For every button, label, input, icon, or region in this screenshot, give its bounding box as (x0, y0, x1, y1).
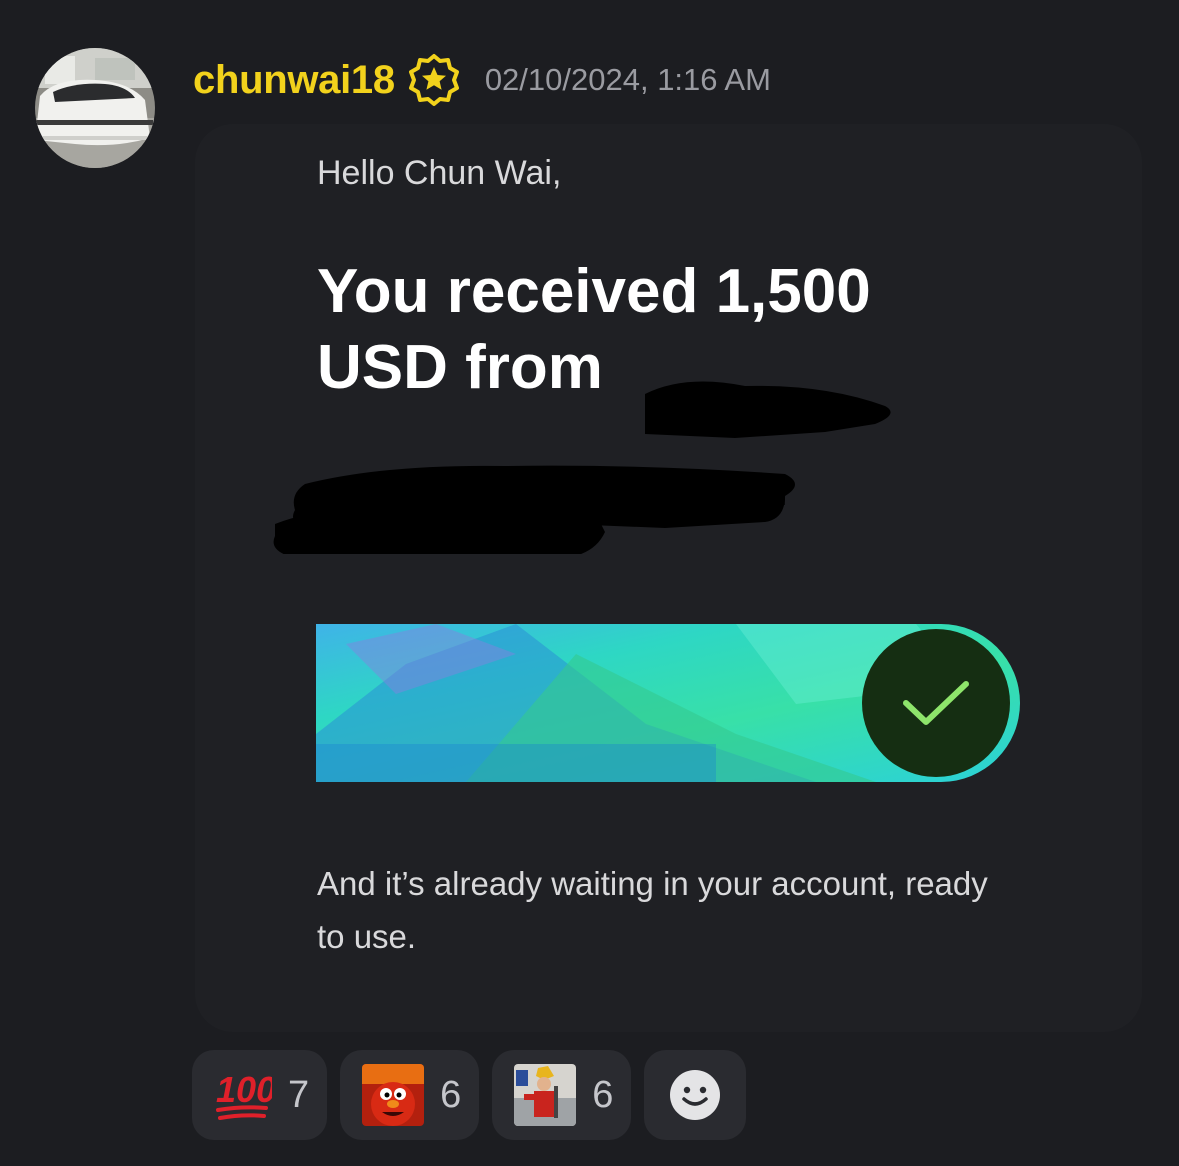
redaction-scribble (273, 381, 891, 554)
greeting-text: Hello Chun Wai, (317, 154, 562, 192)
hundred-points-icon: 100 (216, 1069, 272, 1120)
smiley-add-reaction-icon (670, 1070, 721, 1120)
username[interactable]: chunwai18 (193, 58, 395, 103)
reaction-count: 7 (288, 1073, 310, 1116)
reaction-custom-figure[interactable]: 6 (492, 1050, 632, 1140)
avatar[interactable] (35, 48, 155, 168)
timestamp: 02/10/2024, 1:16 AM (484, 62, 771, 97)
custom-figure-emoji (514, 1064, 577, 1126)
reaction-count: 6 (440, 1073, 462, 1116)
reaction-hundred[interactable]: 100 7 (192, 1050, 328, 1140)
reaction-elmo-fire[interactable]: 6 (340, 1050, 480, 1140)
star-badge-icon[interactable] (407, 53, 461, 107)
reactions-bar: 100 7 6 6 (192, 1050, 747, 1140)
payment-card-graphic (316, 624, 1020, 782)
elmo-fire-emoji (362, 1064, 425, 1126)
add-reaction-button[interactable] (644, 1050, 747, 1140)
checkmark-badge (862, 629, 1010, 777)
svg-text:100: 100 (216, 1069, 272, 1110)
body-text: And it’s already waiting in your account… (317, 865, 988, 955)
checkmark-icon (903, 681, 969, 725)
message-container: chunwai18 02/10/2024, 1:16 AM Hello Chun… (0, 0, 1179, 1166)
reaction-count: 6 (592, 1073, 614, 1116)
message-embed-screenshot[interactable]: Hello Chun Wai, You received 1,500 USD f… (195, 124, 1142, 1032)
message-header: chunwai18 02/10/2024, 1:16 AM (193, 52, 771, 108)
